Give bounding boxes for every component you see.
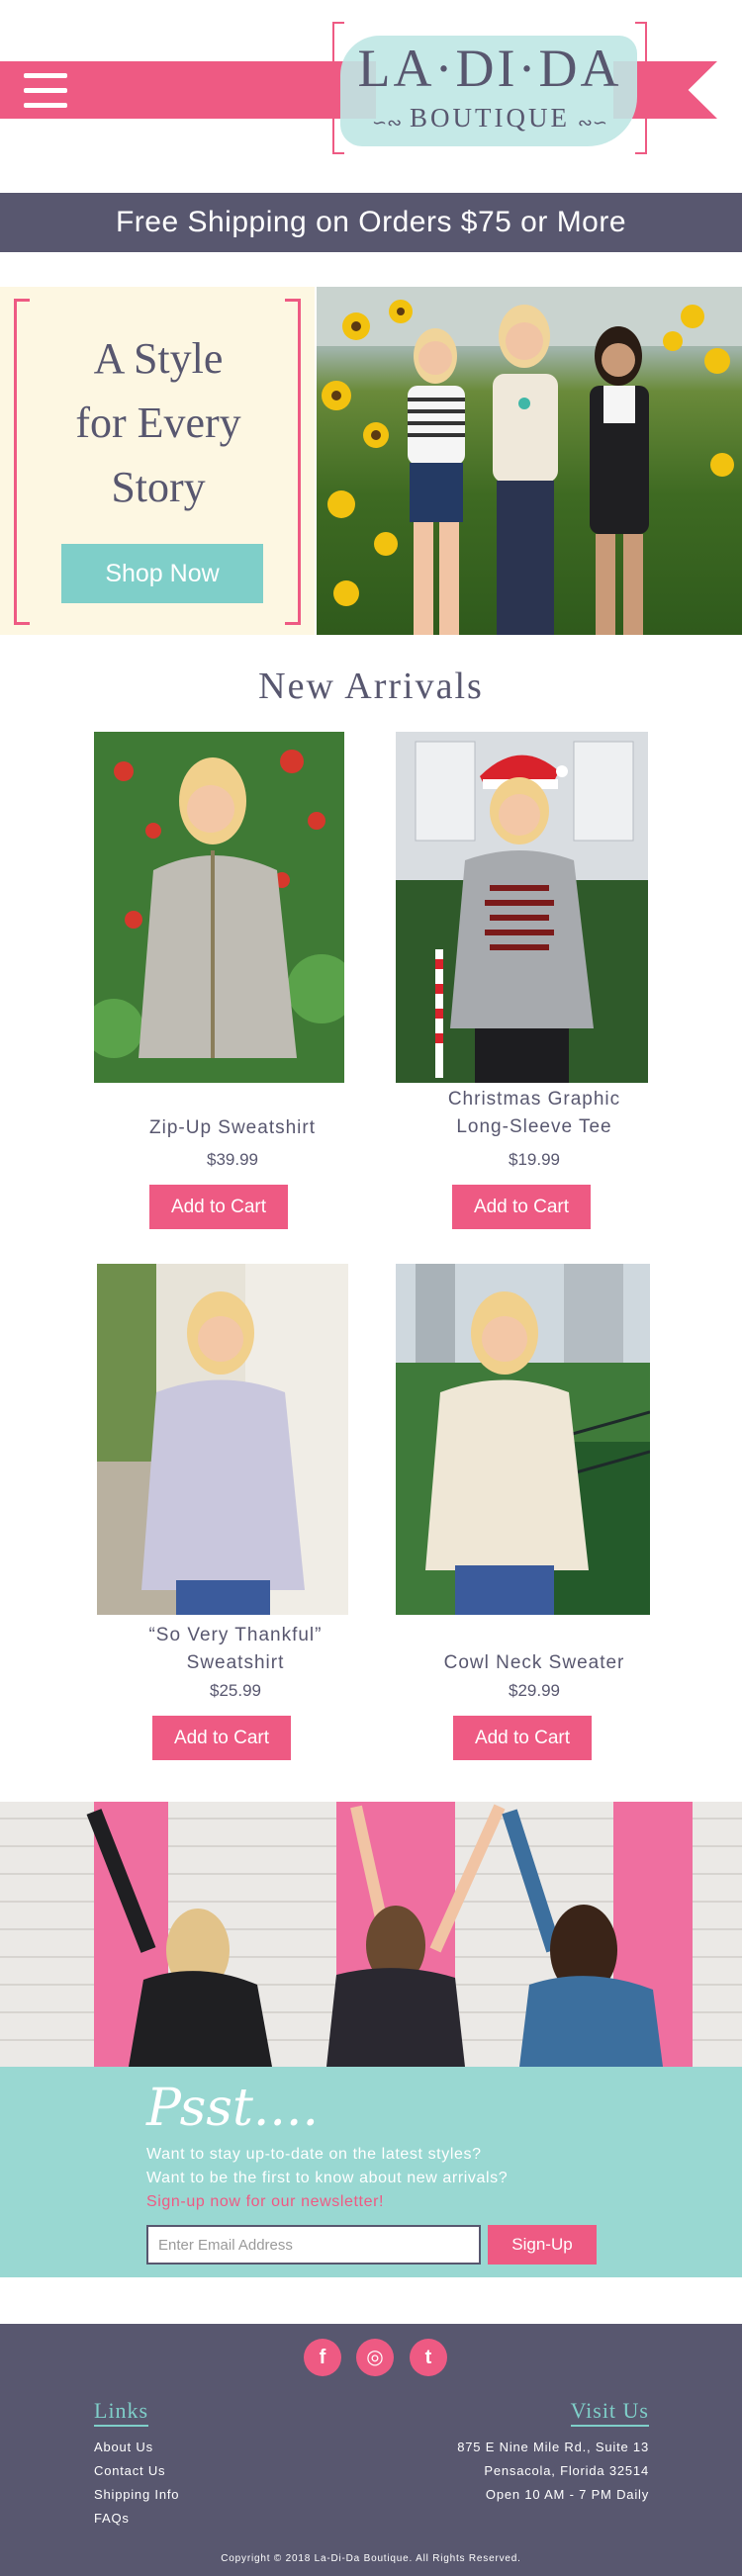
footer-link-shipping[interactable]: Shipping Info <box>94 2487 179 2502</box>
instagram-icon[interactable]: ◎ <box>356 2339 394 2376</box>
footer-link-contact[interactable]: Contact Us <box>94 2463 165 2478</box>
lifestyle-photo-band <box>0 1802 742 2067</box>
shipping-banner: Free Shipping on Orders $75 or More <box>0 193 742 252</box>
product-photo[interactable] <box>396 732 648 1083</box>
email-field[interactable] <box>146 2225 481 2265</box>
product-name-line: Sweatshirt <box>186 1652 285 1673</box>
logo-name: LA·DI·DA <box>357 39 622 98</box>
product-photo[interactable] <box>94 732 344 1083</box>
hero-section: A Style for Every Story Shop Now <box>0 287 742 635</box>
hero-title: A Style for Every Story <box>30 326 287 519</box>
hero-bracket-right <box>285 299 301 625</box>
product-price: $19.99 <box>509 1150 560 1169</box>
newsletter-text-line: Sign-up now for our newsletter! <box>146 2193 385 2210</box>
zip-up-sweatshirt-photo <box>94 732 344 1083</box>
store-hours: Open 10 AM - 7 PM Daily <box>485 2487 649 2502</box>
hero-bracket-left <box>14 299 30 625</box>
hero-card: A Style for Every Story Shop Now <box>0 287 315 635</box>
product-name-line: Christmas Graphic <box>447 1089 621 1110</box>
product-card[interactable]: Christmas Graphic Long-Sleeve Tee $19.99… <box>396 732 673 1229</box>
product-name-line: Zip-Up Sweatshirt <box>149 1117 316 1138</box>
product-price: $25.99 <box>210 1681 261 1700</box>
product-card[interactable]: Cowl Neck Sweater $29.99 Add to Cart <box>396 1264 673 1768</box>
site-header: LA·DI·DA ∽∾ BOUTIQUE ∾∽ <box>0 0 742 193</box>
product-name-line: “So Very Thankful” <box>148 1625 323 1645</box>
hero-photo-illustration <box>317 287 742 635</box>
product-name-line: Long-Sleeve Tee <box>456 1116 612 1137</box>
cowl-neck-sweater-photo <box>396 1264 650 1615</box>
facebook-icon[interactable]: f <box>304 2339 341 2376</box>
hero-photo <box>317 287 742 635</box>
newsletter-text-line: Want to stay up-to-date on the latest st… <box>146 2146 482 2163</box>
hero-title-line: for Every <box>75 399 241 447</box>
shop-now-button[interactable]: Shop Now <box>61 544 263 603</box>
store-address-line: 875 E Nine Mile Rd., Suite 13 <box>457 2440 649 2454</box>
product-price: $39.99 <box>207 1150 258 1169</box>
twitter-icon[interactable]: t <box>410 2339 447 2376</box>
new-arrivals-title: New Arrivals <box>258 666 484 707</box>
newsletter-text-line: Want to be the first to know about new a… <box>146 2170 509 2186</box>
newsletter-heading: Psst.... <box>146 2079 319 2138</box>
store-address-line: Pensacola, Florida 32514 <box>484 2463 649 2478</box>
product-price: $29.99 <box>509 1681 560 1700</box>
copyright-text: Copyright © 2018 La-Di-Da Boutique. All … <box>221 2553 521 2564</box>
product-name[interactable]: “So Very Thankful” Sweatshirt <box>97 1622 374 1677</box>
logo-flourish-right-icon: ∾∽ <box>577 113 607 133</box>
add-to-cart-button[interactable]: Add to Cart <box>453 1716 592 1760</box>
add-to-cart-button[interactable]: Add to Cart <box>152 1716 291 1760</box>
hamburger-menu-icon[interactable] <box>22 71 71 111</box>
signup-button[interactable]: Sign-Up <box>488 2225 597 2265</box>
visit-us-heading: Visit Us <box>570 2398 649 2427</box>
hero-title-line: Story <box>111 463 206 511</box>
product-card[interactable]: Zip-Up Sweatshirt $39.99 Add to Cart <box>94 732 371 1229</box>
footer-link-faqs[interactable]: FAQs <box>94 2511 130 2526</box>
thankful-sweatshirt-photo <box>97 1264 348 1615</box>
links-heading: Links <box>94 2398 149 2427</box>
product-photo[interactable] <box>396 1264 650 1615</box>
christmas-tee-photo <box>396 732 648 1083</box>
product-card[interactable]: “So Very Thankful” Sweatshirt $25.99 Add… <box>97 1264 374 1768</box>
footer-link-about[interactable]: About Us <box>94 2440 153 2454</box>
add-to-cart-button[interactable]: Add to Cart <box>149 1185 288 1229</box>
product-name[interactable]: Christmas Graphic Long-Sleeve Tee <box>396 1086 673 1141</box>
product-name[interactable]: Zip-Up Sweatshirt <box>94 1114 371 1142</box>
add-to-cart-button[interactable]: Add to Cart <box>452 1185 591 1229</box>
three-women-illustration <box>86 1804 663 2067</box>
site-footer: f ◎ t Links About Us Contact Us Shipping… <box>0 2324 742 2576</box>
newsletter-section: Psst.... Want to stay up-to-date on the … <box>0 2067 742 2277</box>
product-photo[interactable] <box>97 1264 348 1615</box>
hero-title-line: A Style <box>93 334 224 383</box>
product-name-line: Cowl Neck Sweater <box>443 1652 625 1673</box>
product-name[interactable]: Cowl Neck Sweater <box>396 1649 673 1677</box>
boutique-logo[interactable]: LA·DI·DA ∽∾ BOUTIQUE ∾∽ <box>332 18 647 154</box>
